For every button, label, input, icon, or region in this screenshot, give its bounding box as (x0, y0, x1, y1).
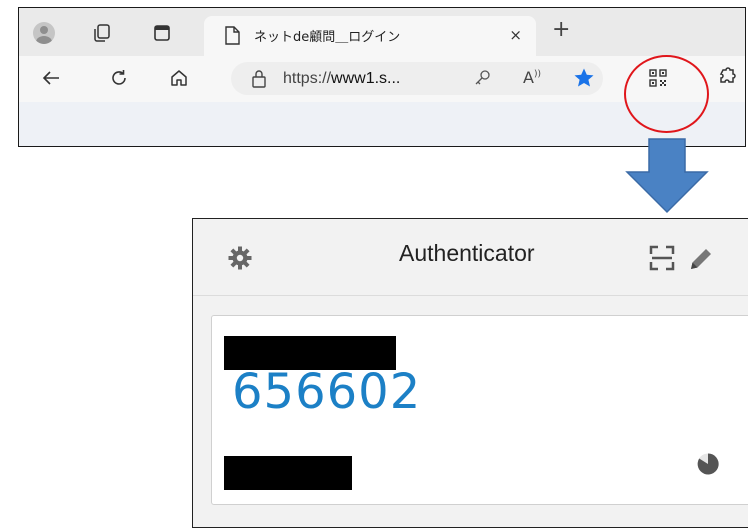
profile-avatar-icon[interactable] (31, 20, 57, 46)
favorite-star-icon[interactable] (573, 67, 595, 93)
page-icon (224, 26, 240, 49)
authenticator-popup: Authenticator 656602 (192, 218, 748, 528)
authenticator-title: Authenticator (399, 240, 535, 266)
back-icon[interactable] (37, 64, 65, 92)
tab-actions-icon[interactable] (149, 20, 175, 46)
settings-gear-icon[interactable] (227, 245, 255, 273)
url-prefix: https:// (283, 70, 332, 87)
url-host: www1.s... (331, 70, 401, 87)
tab-title: ネットde顧問＿ログイン (254, 30, 401, 45)
extensions-icon[interactable] (712, 64, 740, 92)
edit-pencil-icon[interactable] (687, 245, 715, 273)
redacted-account (224, 456, 352, 490)
timer-pie-icon (696, 452, 720, 480)
tab-bar: ネットde顧問＿ログイン × + (19, 8, 745, 56)
otp-code[interactable]: 656602 (232, 364, 421, 420)
browser-window: ネットde顧問＿ログイン × + https://www1.s... A)) (18, 7, 746, 147)
address-url: https://www1.s... (283, 70, 400, 88)
new-tab-button[interactable]: + (552, 19, 570, 41)
highlight-circle (624, 55, 709, 133)
address-bar[interactable]: https://www1.s... A)) (231, 62, 603, 95)
tab-active[interactable]: ネットde顧問＿ログイン × (204, 16, 536, 56)
scan-qr-icon[interactable] (649, 245, 677, 273)
refresh-icon[interactable] (105, 64, 133, 92)
read-aloud-icon[interactable]: A)) (523, 68, 541, 87)
key-icon[interactable] (473, 69, 491, 91)
account-entry[interactable]: 656602 (211, 315, 748, 505)
authenticator-header: Authenticator (193, 219, 748, 296)
lock-icon[interactable] (251, 69, 267, 92)
tab-close-button[interactable]: × (509, 26, 522, 44)
down-arrow (625, 138, 709, 218)
home-icon[interactable] (165, 64, 193, 92)
workspaces-icon[interactable] (89, 20, 115, 46)
